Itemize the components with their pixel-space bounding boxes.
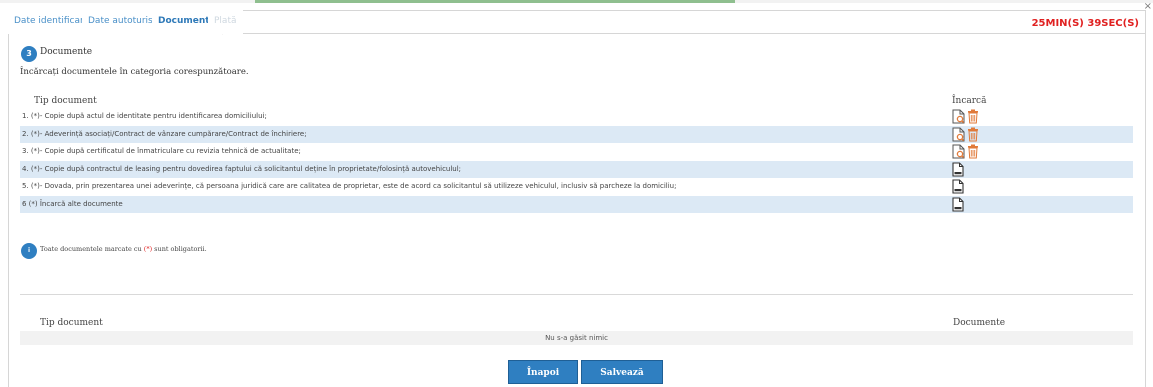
tab-plata: Plată (208, 10, 243, 34)
info-icon: i (21, 243, 37, 259)
trash-icon[interactable] (967, 127, 981, 141)
note-required-marker: (*) (143, 245, 153, 253)
table-row: 2. (*)- Adeverință asociați/Contract de … (20, 125, 1133, 143)
docs-col-type: Tip document (40, 318, 103, 328)
row-actions (952, 127, 981, 142)
wizard-tabs: Date identificare Date autoturism Docume… (8, 10, 1146, 35)
row-label: 5. (*)- Dovada, prin prezentarea unei ad… (22, 182, 677, 190)
file-upload-icon[interactable] (952, 179, 966, 194)
upload-col-upload: Încarcă (952, 96, 987, 106)
file-view-icon[interactable] (952, 144, 967, 159)
table-row: 6 (*) Încarcă alte documente (20, 195, 1133, 213)
row-actions (952, 109, 981, 124)
save-button[interactable]: Salvează (581, 360, 663, 384)
table-row: 4. (*)- Copie după contractul de leasing… (20, 160, 1133, 178)
required-note: Toate documentele marcate cu (*) sunt ob… (40, 245, 207, 253)
row-label: 4. (*)- Copie după contractul de leasing… (22, 164, 462, 173)
docs-col-docs: Documente (953, 318, 1006, 328)
docs-empty-row: Nu s-a găsit nimic (20, 331, 1133, 345)
session-timer: 25MIN(S) 39SEC(S) (1031, 18, 1139, 29)
row-label: 3. (*)- Copie după certificatul de înmat… (22, 147, 301, 155)
file-view-icon[interactable] (952, 109, 967, 124)
table-row: 3. (*)- Copie după certificatul de înmat… (20, 143, 1133, 160)
trash-icon[interactable] (967, 109, 981, 124)
table-row: 1. (*)- Copie după actul de identitate p… (20, 108, 1133, 125)
close-icon[interactable]: × (1144, 1, 1152, 12)
note-text-before: Toate documentele marcate cu (40, 245, 144, 253)
file-upload-icon[interactable] (952, 196, 966, 212)
file-upload-icon[interactable] (952, 161, 966, 177)
section-divider (20, 294, 1133, 295)
row-actions (952, 196, 966, 212)
section-title: Documente (40, 47, 93, 57)
back-button[interactable]: Înapoi (508, 360, 578, 384)
top-accent-line (0, 0, 1153, 3)
row-actions (952, 179, 966, 194)
table-row: 5. (*)- Dovada, prin prezentarea unei ad… (20, 178, 1133, 195)
row-label: 6 (*) Încarcă alte documente (22, 199, 123, 208)
upload-col-type: Tip document (34, 96, 97, 106)
section-subtitle: Încărcați documentele în categoria cores… (20, 67, 249, 77)
step-badge: 3 (21, 46, 37, 62)
trash-icon[interactable] (967, 144, 981, 159)
file-view-icon[interactable] (952, 127, 967, 141)
row-label: 2. (*)- Adeverință asociați/Contract de … (22, 129, 307, 138)
row-actions (952, 144, 981, 159)
note-text-after: sunt obligatorii. (152, 245, 207, 253)
row-actions (952, 161, 966, 177)
row-label: 1. (*)- Copie după actul de identitate p… (22, 112, 267, 120)
